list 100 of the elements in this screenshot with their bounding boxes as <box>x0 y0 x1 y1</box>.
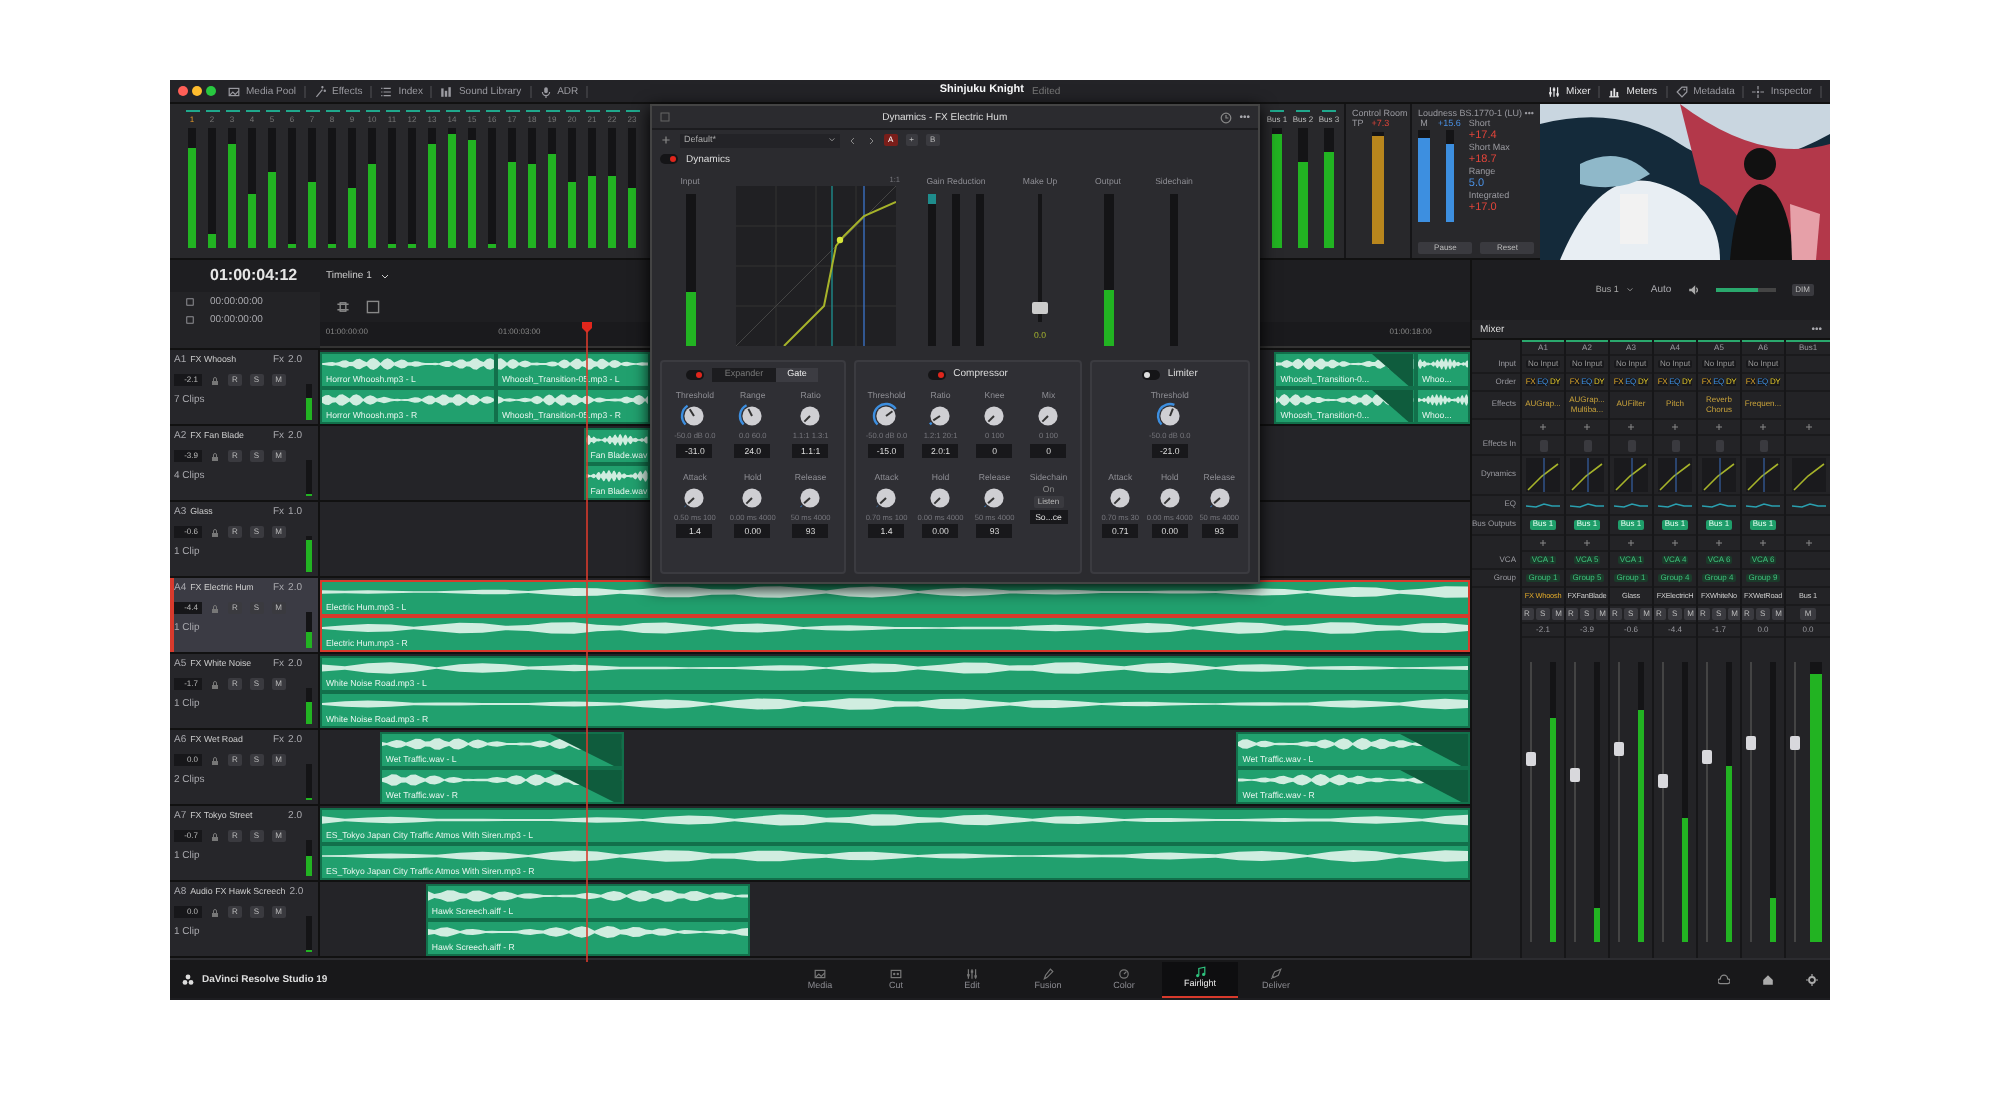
waveform-drawing <box>586 430 649 450</box>
lock-icon[interactable] <box>210 527 220 537</box>
knob[interactable] <box>738 402 767 431</box>
plus-icon[interactable] <box>1758 538 1768 548</box>
cassette-icon <box>890 967 902 980</box>
cloud-icon[interactable] <box>1718 973 1730 985</box>
lock-icon[interactable] <box>210 375 220 385</box>
bar-chart-icon <box>1608 85 1621 97</box>
dynamics-graph-drawing[interactable] <box>1746 458 1780 492</box>
square-icon <box>186 297 194 305</box>
list-icon <box>380 85 393 97</box>
square-icon[interactable] <box>366 300 380 314</box>
knob[interactable] <box>1205 483 1234 512</box>
fader-handle[interactable] <box>1746 736 1757 751</box>
fader-handle[interactable] <box>1526 752 1537 767</box>
knob[interactable] <box>926 402 955 431</box>
plus-icon[interactable] <box>1670 538 1680 548</box>
photo-icon <box>814 967 826 980</box>
minimize-button[interactable] <box>192 86 202 96</box>
knob[interactable] <box>926 483 955 512</box>
plus-icon[interactable] <box>1626 538 1636 548</box>
clock-icon[interactable] <box>1219 111 1232 123</box>
fader-handle[interactable] <box>1614 741 1625 756</box>
knob[interactable] <box>680 402 709 431</box>
dynamics-graph-drawing[interactable] <box>1614 458 1648 492</box>
lock-icon[interactable] <box>210 907 220 917</box>
plus-icon[interactable] <box>1582 538 1592 548</box>
toggle-switch[interactable] <box>1141 369 1160 379</box>
plus-icon[interactable] <box>1582 422 1592 432</box>
lock-icon[interactable] <box>210 679 220 689</box>
eq-curve-drawing[interactable] <box>1526 499 1560 511</box>
sliders-icon <box>1548 85 1561 97</box>
lock-icon[interactable] <box>210 603 220 613</box>
fader-handle[interactable] <box>1789 736 1800 751</box>
knob[interactable] <box>1155 402 1184 431</box>
tag-icon <box>1675 85 1688 97</box>
dynamics-graph-drawing[interactable] <box>1658 458 1692 492</box>
gear-icon[interactable] <box>1806 973 1818 985</box>
plus-icon[interactable] <box>1626 422 1636 432</box>
lock-icon[interactable] <box>210 755 220 765</box>
microphone-icon <box>539 85 552 97</box>
plus-icon[interactable] <box>1714 422 1724 432</box>
dynamics-graph-drawing[interactable] <box>1570 458 1604 492</box>
pen-icon <box>1042 967 1054 980</box>
dynamics-graph-drawing[interactable] <box>1791 458 1825 492</box>
plus-icon[interactable] <box>1538 538 1548 548</box>
eq-curve-drawing[interactable] <box>1746 499 1780 511</box>
caret-icon <box>1626 285 1635 294</box>
knob[interactable] <box>1106 483 1135 512</box>
sliders-icon <box>966 967 978 980</box>
knob[interactable] <box>980 483 1009 512</box>
lock-icon[interactable] <box>210 831 220 841</box>
plus-icon[interactable] <box>1714 538 1724 548</box>
knob[interactable] <box>872 402 901 431</box>
knob[interactable] <box>796 402 825 431</box>
speaker-icon[interactable] <box>1687 284 1700 296</box>
plus-icon[interactable] <box>1803 538 1813 548</box>
eq-curve-drawing[interactable] <box>1614 499 1648 511</box>
knob[interactable] <box>680 483 709 512</box>
music-note-icon <box>1194 966 1206 979</box>
fader-handle[interactable] <box>1702 749 1713 764</box>
eq-curve-drawing[interactable] <box>1791 499 1825 511</box>
close-button[interactable] <box>178 86 188 96</box>
home-icon[interactable] <box>1762 973 1774 985</box>
waveform-drawing <box>586 466 649 486</box>
logo-icon <box>182 973 194 985</box>
knob[interactable] <box>1034 402 1063 431</box>
zoom-button[interactable] <box>206 86 216 96</box>
eq-curve-drawing[interactable] <box>1570 499 1604 511</box>
dynamics-graph-drawing[interactable] <box>1526 458 1560 492</box>
caret-icon <box>828 136 836 144</box>
toggle-switch[interactable] <box>686 369 705 379</box>
timecode: 01:00:04:12 <box>208 266 300 286</box>
plus-icon[interactable] <box>1538 422 1548 432</box>
waveform-drawing <box>1417 354 1468 374</box>
plus-icon[interactable] <box>1670 422 1680 432</box>
eq-curve-drawing[interactable] <box>1702 499 1736 511</box>
toggle-switch[interactable] <box>927 369 946 379</box>
eq-curve-drawing[interactable] <box>1658 499 1692 511</box>
fader-handle[interactable] <box>1031 301 1048 314</box>
photo-icon <box>228 85 240 97</box>
dynamics-graph-drawing[interactable] <box>1702 458 1736 492</box>
waveform-drawing <box>1417 390 1468 410</box>
toggle-switch[interactable] <box>660 154 678 164</box>
plus-icon[interactable] <box>1758 422 1768 432</box>
plus-icon[interactable] <box>1803 422 1813 432</box>
square-icon <box>186 315 194 323</box>
knob[interactable] <box>796 483 825 512</box>
transfer-curve-drawing[interactable] <box>736 185 896 346</box>
knob[interactable] <box>738 483 767 512</box>
knob[interactable] <box>872 483 901 512</box>
crosshair-icon <box>1752 85 1765 97</box>
lock-icon[interactable] <box>210 451 220 461</box>
wand-icon <box>314 85 327 97</box>
fader-handle[interactable] <box>1570 768 1581 783</box>
fader-handle[interactable] <box>1658 773 1669 788</box>
bars-icon <box>440 85 453 97</box>
knob[interactable] <box>980 402 1009 431</box>
knob[interactable] <box>1155 483 1184 512</box>
plus-icon[interactable] <box>660 134 672 146</box>
